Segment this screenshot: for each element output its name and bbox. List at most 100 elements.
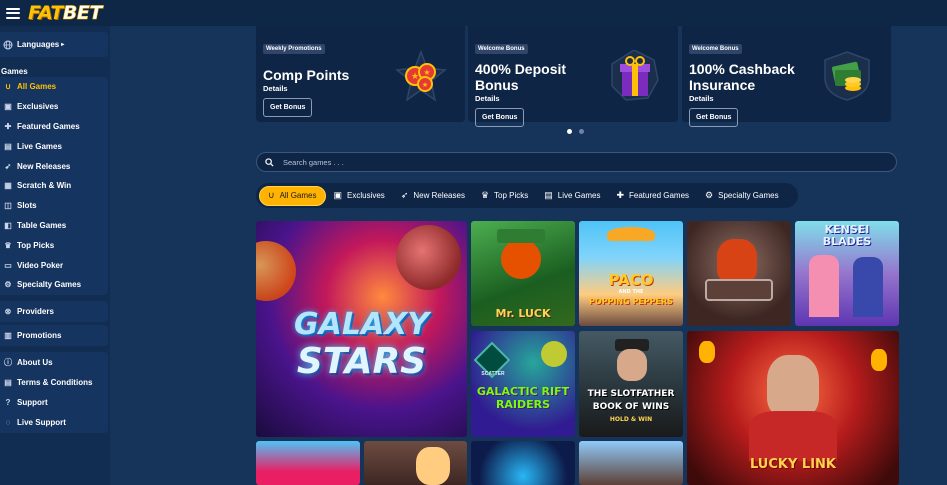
- tab-specialty-games[interactable]: ⚙ Specialty Games: [697, 186, 787, 206]
- search-icon: [265, 157, 274, 167]
- character-art: [501, 239, 541, 279]
- tab-featured-games[interactable]: ✚ Featured Games: [608, 186, 697, 206]
- game-tile-partial-1[interactable]: [256, 441, 360, 485]
- gear-icon: ⚙: [705, 190, 714, 200]
- sidebar-item-table-games[interactable]: ◧ Table Games: [0, 216, 108, 236]
- sidebar-item-support[interactable]: ? Support: [0, 393, 108, 413]
- comp-points-icon: ★ ★ ★: [395, 50, 447, 102]
- games-group: Games ∪ All Games ▣ Exclusives ✚ Featured G…: [0, 63, 108, 295]
- info-group: ⓘ About Us ▤ Terms & Conditions ? Support ◌…: [0, 352, 108, 434]
- sidebar-item-exclusives[interactable]: ▣ Exclusives: [0, 97, 108, 117]
- game-tile-slotfather[interactable]: THE SLOTFATHER BOOK OF WINS HOLD & WIN: [579, 331, 683, 437]
- cards-icon: ▤: [544, 190, 553, 200]
- lantern-art: [699, 341, 715, 363]
- game-tile-lucky-link[interactable]: LUCKY LINK: [687, 331, 899, 485]
- chevron-right-icon: ▸: [61, 42, 65, 49]
- menu-icon[interactable]: [6, 7, 20, 19]
- rocket-icon: ➶: [400, 190, 409, 200]
- character-art: [809, 255, 839, 317]
- gear-icon: ⚙: [4, 280, 12, 290]
- horseshoe-icon: ∪: [268, 190, 275, 200]
- game-tile-dog-house[interactable]: [687, 221, 791, 326]
- category-tabs: ∪ All Games ▣ Exclusives ➶ New Releases ♛ To…: [256, 183, 798, 208]
- promo-tag: Weekly Promotions: [263, 44, 325, 54]
- carousel-dot[interactable]: [579, 129, 584, 134]
- languages-group: Languages ▸: [0, 32, 108, 57]
- planet-art: [541, 341, 567, 367]
- character-art: [767, 355, 819, 417]
- promo-tag: Welcome Bonus: [475, 44, 528, 54]
- carousel-dot-active[interactable]: [567, 129, 572, 134]
- character-art: [617, 349, 647, 381]
- sidebar-item-about-us[interactable]: ⓘ About Us: [0, 353, 108, 373]
- sidebar-item-live-support[interactable]: ◌ Live Support: [0, 412, 108, 432]
- table-icon: ◧: [4, 220, 12, 230]
- svg-text:★: ★: [423, 68, 430, 77]
- help-icon: ?: [5, 397, 11, 407]
- promo-card-comp-points[interactable]: Weekly Promotions Comp Points Details Ge…: [256, 26, 465, 122]
- exclusive-icon: ▣: [333, 190, 343, 200]
- tab-exclusives[interactable]: ▣ Exclusives: [326, 186, 393, 206]
- game-tile-galactic-rift[interactable]: SCATTER GALACTIC RIFT RAIDERS: [471, 331, 575, 437]
- tab-new-releases[interactable]: ➶ New Releases: [393, 186, 473, 206]
- promo-card-cashback[interactable]: Welcome Bonus 100% Cashback Insurance De…: [682, 26, 891, 127]
- sidebar-item-video-poker[interactable]: ▭ Video Poker: [0, 255, 108, 275]
- tab-all-games[interactable]: ∪ All Games: [259, 185, 326, 206]
- sidebar-item-promotions[interactable]: ▥ Promotions: [0, 326, 108, 346]
- games-heading: Games: [1, 67, 28, 76]
- game-tile-galaxy-stars[interactable]: GALAXY STARS: [256, 221, 467, 437]
- sidebar-item-specialty-games[interactable]: ⚙ Specialty Games: [0, 275, 108, 295]
- promo-card-deposit-bonus[interactable]: Welcome Bonus 400% Deposit Bonus Details…: [468, 26, 678, 127]
- logo[interactable]: FATBET: [28, 2, 103, 25]
- search-bar: [256, 152, 897, 172]
- sidebar-item-scratch-win[interactable]: ▦ Scratch & Win: [0, 176, 108, 196]
- robe-art: [749, 411, 837, 461]
- game-tile-mr-luck[interactable]: Mr. LUCK: [471, 221, 575, 326]
- promo-title: 100% Cashback Insurance: [689, 61, 795, 93]
- game-tile-partial-2[interactable]: [364, 441, 467, 485]
- puzzle-icon: ✚: [616, 190, 624, 200]
- svg-text:★: ★: [411, 71, 419, 81]
- sidebar-item-terms[interactable]: ▤ Terms & Conditions: [0, 373, 108, 393]
- character-art: [853, 257, 883, 317]
- get-bonus-button[interactable]: Get Bonus: [475, 108, 525, 127]
- hat-art: [497, 229, 545, 243]
- poker-icon: ▭: [4, 260, 12, 270]
- sidebar-item-providers[interactable]: ⊗ Providers: [0, 302, 108, 322]
- character-art: [717, 239, 757, 283]
- game-tile-kensei-blades[interactable]: KENSEI BLADES: [795, 221, 899, 326]
- horseshoe-icon: ∪: [5, 82, 11, 92]
- character-art: [416, 447, 450, 485]
- cards-icon: ▤: [4, 141, 12, 151]
- puzzle-icon: ✚: [4, 121, 12, 131]
- game-tile-partial-3[interactable]: [471, 441, 575, 485]
- document-icon: ▤: [4, 378, 12, 388]
- sidebar-item-all-games[interactable]: ∪ All Games: [0, 77, 108, 97]
- trophy-icon: ♛: [4, 240, 12, 250]
- sidebar: Languages ▸ Games ∪ All Games ▣ Exclusives …: [0, 26, 110, 485]
- sidebar-item-top-picks[interactable]: ♛ Top Picks: [0, 235, 108, 255]
- tab-live-games[interactable]: ▤ Live Games: [536, 186, 608, 206]
- carousel-dots: [567, 129, 584, 134]
- promo-tag: Welcome Bonus: [689, 44, 742, 54]
- sidebar-item-featured-games[interactable]: ✚ Featured Games: [0, 117, 108, 137]
- sidebar-item-new-releases[interactable]: ➶ New Releases: [0, 156, 108, 176]
- games-list: ∪ All Games ▣ Exclusives ✚ Featured Games ▤…: [0, 77, 108, 295]
- rocket-icon: ➶: [4, 161, 12, 171]
- globe-icon: [3, 40, 13, 50]
- svg-text:★: ★: [422, 81, 428, 89]
- sidebar-item-languages[interactable]: Languages ▸: [0, 35, 108, 55]
- provider-icon: ⊗: [4, 307, 12, 317]
- get-bonus-button[interactable]: Get Bonus: [263, 98, 313, 117]
- trophy-icon: ♛: [480, 190, 490, 200]
- tab-top-picks[interactable]: ♛ Top Picks: [473, 186, 536, 206]
- game-tile-partial-4[interactable]: [579, 441, 683, 485]
- planet-art: [396, 225, 461, 290]
- slot-icon: ◫: [4, 201, 12, 211]
- sidebar-item-live-games[interactable]: ▤ Live Games: [0, 136, 108, 156]
- sombrero-art: [607, 227, 655, 241]
- game-tile-paco[interactable]: PACO AND THE POPPING PEPPERS: [579, 221, 683, 326]
- get-bonus-button[interactable]: Get Bonus: [689, 108, 739, 127]
- search-input[interactable]: [283, 157, 843, 167]
- sidebar-item-slots[interactable]: ◫ Slots: [0, 196, 108, 216]
